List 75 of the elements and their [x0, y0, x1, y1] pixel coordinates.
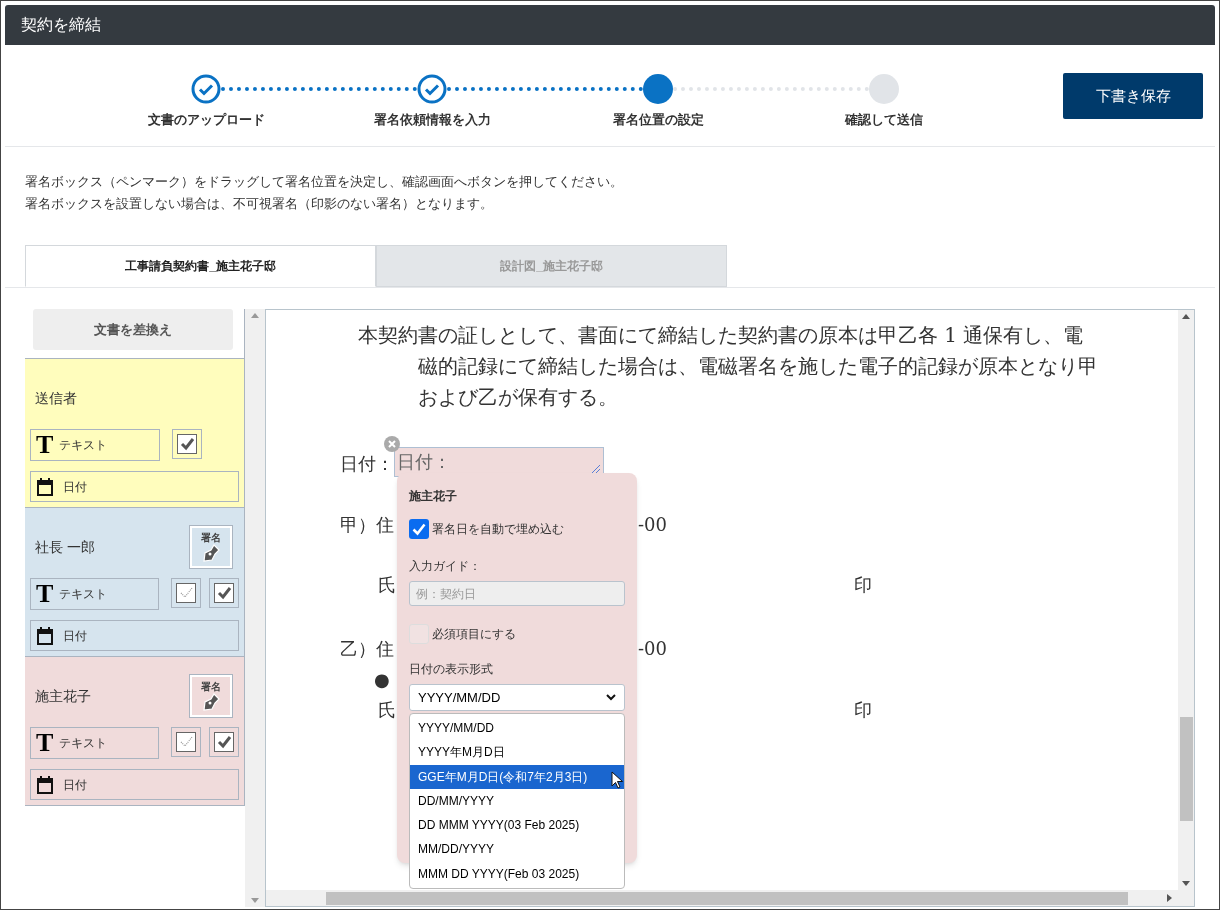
light-check-box-icon: [176, 732, 196, 752]
format-option[interactable]: DD MMM YYYY(03 Feb 2025): [410, 813, 624, 838]
checkbox-tool[interactable]: [171, 578, 201, 608]
checkbox-tool[interactable]: [172, 429, 202, 459]
name-line: 氏: [378, 574, 396, 595]
calendar-icon: [37, 477, 53, 496]
scroll-up-icon[interactable]: [251, 313, 259, 318]
address-line: -00: [638, 513, 667, 537]
resize-handle-icon[interactable]: [592, 465, 600, 473]
date-tool[interactable]: 日付: [30, 769, 239, 800]
checked-box-icon: [214, 583, 234, 603]
checkbox-label: 必須項目にする: [432, 626, 516, 643]
check-circle-icon: [191, 74, 221, 104]
address-line: 甲）住: [340, 514, 394, 535]
format-option[interactable]: YYYY/MM/DD: [410, 716, 624, 741]
chevron-down-icon: [606, 694, 616, 701]
signer-name: 送信者: [35, 388, 77, 408]
format-option[interactable]: MM/DD/YYYY: [410, 837, 624, 862]
date-label: 日付：: [340, 452, 394, 476]
format-option[interactable]: YYYY年M月D日: [410, 740, 624, 765]
contract-paragraph: 本契約書の証しとして、書面にて締結した契約書の原本は甲乙各 1 通保有し、電磁的記録にて締結した場合は、電磁署名を施した電子的記録が原本となり甲および乙が保有する。: [358, 322, 1099, 411]
replace-document-button[interactable]: 文書を差換え: [33, 309, 233, 350]
window-title: 契約を締結: [21, 15, 101, 35]
checkbox-tool[interactable]: [171, 727, 201, 757]
company-line: ●: [374, 669, 390, 690]
scrollbar-thumb[interactable]: [326, 891, 1128, 905]
seal-mark: 印: [854, 573, 872, 597]
text-t-icon: T: [36, 581, 54, 607]
text-tool[interactable]: T テキスト: [30, 578, 159, 610]
step-label: 署名位置の設定: [612, 111, 704, 129]
seal-mark: 印: [854, 698, 872, 722]
signature-tool[interactable]: 署名: [190, 675, 232, 717]
save-draft-button[interactable]: 下書き保存: [1063, 73, 1203, 119]
document-tab[interactable]: 工事請負契約書_施主花子邸: [25, 245, 376, 287]
signer-name: 社長 一郎: [35, 537, 95, 557]
text-tool[interactable]: T テキスト: [30, 429, 160, 461]
checkbox-label: 署名日を自動で埋め込む: [432, 521, 564, 538]
scroll-down-icon[interactable]: [251, 898, 259, 903]
date-tool[interactable]: 日付: [30, 620, 239, 651]
format-option[interactable]: MMM DD YYYY(Feb 03 2025): [410, 861, 624, 887]
calendar-icon: [37, 626, 53, 645]
signer-name: 施主花子: [35, 686, 91, 706]
format-option[interactable]: GGE年M月D日(令和7年2月3日): [410, 764, 624, 789]
text-tool[interactable]: T テキスト: [30, 727, 159, 759]
instruction-text: 署名ボックスを設置しない場合は、不可視署名（印影のない署名）となります。: [25, 196, 494, 213]
popup-title: 施主花子: [409, 488, 458, 505]
checkbox-tool[interactable]: [209, 578, 239, 608]
step-label: 確認して送信: [845, 111, 923, 129]
horizontal-scrollbar[interactable]: [266, 890, 1194, 906]
scrollbar-thumb[interactable]: [1179, 717, 1193, 821]
address-line: 乙）住: [340, 638, 394, 659]
text-t-icon: T: [36, 432, 54, 458]
signature-tool[interactable]: 署名: [190, 526, 232, 568]
calendar-icon: [37, 775, 53, 794]
check-circle-icon: [417, 74, 447, 104]
checked-box-icon: [177, 434, 197, 454]
auto-date-checkbox[interactable]: [409, 519, 429, 539]
pen-nib-icon: [201, 691, 221, 712]
field-label: 入力ガイド：: [409, 558, 482, 575]
checkbox-tool[interactable]: [209, 727, 239, 757]
step-label: 文書のアップロード: [147, 111, 265, 129]
step-label: 署名依頼情報を入力: [373, 111, 491, 129]
remove-icon[interactable]: [384, 436, 400, 452]
pen-nib-icon: [201, 542, 221, 563]
address-line: -00: [638, 637, 667, 661]
checked-box-icon: [214, 732, 234, 752]
field-label: 日付の表示形式: [409, 661, 494, 678]
format-option[interactable]: DD/MM/YYYY: [410, 788, 624, 814]
format-select[interactable]: YYYY/MM/DD: [409, 684, 625, 711]
name-line: 氏: [378, 699, 396, 720]
date-tool[interactable]: 日付: [30, 471, 239, 502]
vertical-scrollbar[interactable]: [1178, 310, 1194, 890]
instruction-text: 署名ボックス（ペンマーク）をドラッグして署名位置を決定し、確認画面へボタンを押してください。: [25, 174, 624, 191]
text-t-icon: T: [36, 730, 54, 756]
light-check-box-icon: [176, 583, 196, 603]
